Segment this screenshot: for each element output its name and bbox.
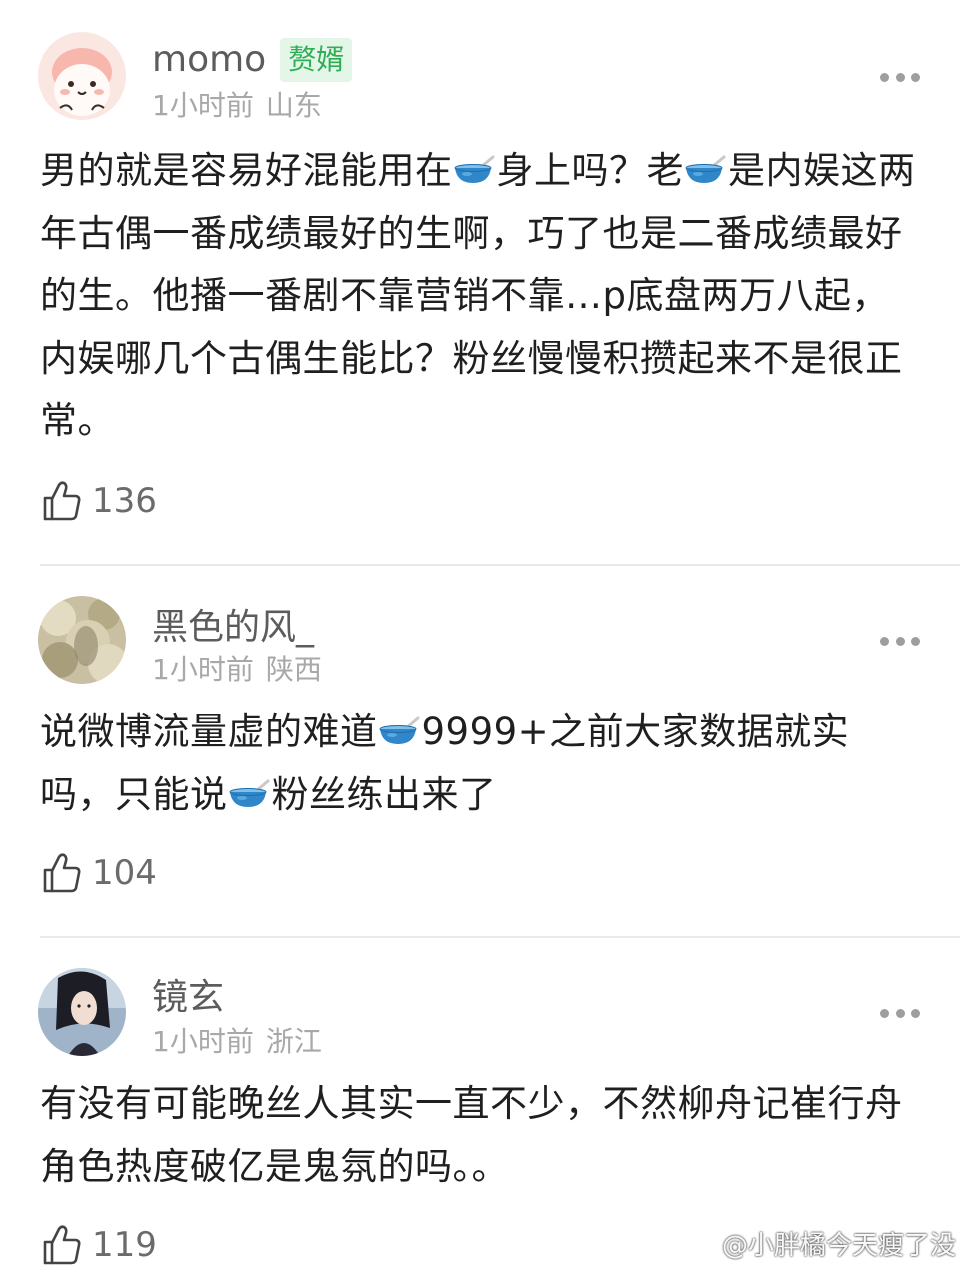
comment-meta: 1小时前 浙江 bbox=[152, 1024, 322, 1060]
comment-text: 有没有可能晚丝人其实一直不少，不然柳舟记崔行舟角色热度破亿是鬼氛的吗。。 bbox=[40, 1082, 903, 1188]
avatar[interactable] bbox=[38, 32, 126, 120]
like-count: 136 bbox=[92, 481, 157, 521]
bowl-emoji-icon bbox=[453, 155, 497, 185]
weibo-watermark: @小胖橘今天瘦了没 bbox=[682, 1225, 956, 1262]
like-button[interactable]: 119 bbox=[42, 1224, 157, 1266]
comment-time: 1小时前 bbox=[152, 653, 254, 686]
comment-meta: 1小时前 山东 bbox=[152, 88, 322, 124]
comment-text: 男的就是容易好混能用在 身上吗？老 是内娱这两年古偶一番成绩最好的生啊，巧了也是二番… bbox=[40, 149, 916, 442]
bowl-emoji-icon bbox=[378, 716, 422, 746]
bowl-emoji-icon bbox=[228, 779, 272, 809]
fan-badge[interactable]: 赘婿 bbox=[280, 38, 353, 82]
more-dots-icon[interactable] bbox=[880, 1008, 920, 1018]
comment-text: 说微博流量虚的难道 9999+之前大家数据就实吗，只能说 粉丝练出来了 bbox=[40, 710, 850, 816]
like-count: 119 bbox=[92, 1225, 157, 1265]
user-row: 黑色的风_ bbox=[152, 604, 314, 652]
comment-meta: 1小时前 陕西 bbox=[152, 652, 322, 688]
bowl-emoji-icon bbox=[684, 155, 728, 185]
comment-time: 1小时前 bbox=[152, 89, 254, 122]
thumbs-up-icon bbox=[42, 852, 82, 894]
username[interactable]: 黑色的风_ bbox=[152, 604, 314, 652]
like-button[interactable]: 136 bbox=[42, 480, 157, 522]
comment-location: 陕西 bbox=[265, 653, 322, 686]
comment-time: 1小时前 bbox=[152, 1025, 254, 1058]
user-row: momo 赘婿 bbox=[152, 36, 353, 84]
thumbs-up-icon bbox=[42, 480, 82, 522]
comment-item: momo 赘婿 1小时前 山东 男的就是容易好混能用在 身上吗？老 是内娱这两年古偶一… bbox=[0, 0, 960, 565]
comment-item: 黑色的风_ 1小时前 陕西 说微博流量虚的难道 9999+之前大家数据就实吗，只能说… bbox=[0, 566, 960, 937]
avatar[interactable] bbox=[38, 596, 126, 684]
like-count: 104 bbox=[92, 853, 157, 893]
watermark-text: @小胖橘今天瘦了没 bbox=[721, 1231, 956, 1261]
avatar[interactable] bbox=[38, 968, 126, 1056]
like-button[interactable]: 104 bbox=[42, 852, 157, 894]
more-dots-icon[interactable] bbox=[880, 636, 920, 646]
comment-location: 山东 bbox=[265, 89, 322, 122]
user-row: 镜玄 bbox=[152, 974, 224, 1022]
thumbs-up-icon bbox=[42, 1224, 82, 1266]
username[interactable]: 镜玄 bbox=[152, 974, 224, 1022]
username[interactable]: momo bbox=[152, 36, 266, 84]
comment-location: 浙江 bbox=[265, 1025, 322, 1058]
more-dots-icon[interactable] bbox=[880, 72, 920, 82]
weibo-logo-icon bbox=[682, 1233, 715, 1255]
comment-item: 镜玄 1小时前 浙江 有没有可能晚丝人其实一直不少，不然柳舟记崔行舟角色热度破亿是… bbox=[0, 938, 960, 1268]
